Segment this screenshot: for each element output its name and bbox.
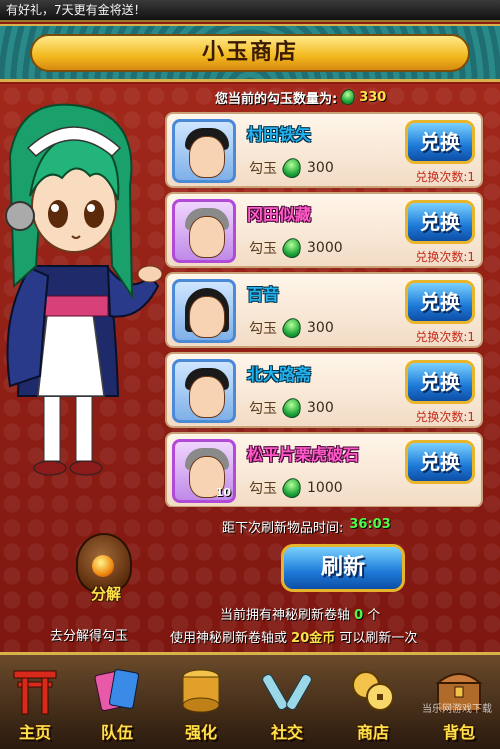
- nav-label: 强化: [184, 723, 217, 742]
- list-item: 北大路斋 勾玉 300 兑换 兑换次数:1: [165, 352, 483, 428]
- character-portrait: [172, 279, 236, 343]
- nav-label: 社交: [270, 723, 303, 742]
- item-price: 勾玉 3000: [249, 235, 343, 261]
- currency-label: 勾玉: [249, 241, 277, 257]
- nav-label: 队伍: [100, 723, 133, 742]
- item-price: 勾玉 1000: [249, 475, 343, 501]
- shopkeeper-character: [5, 103, 163, 476]
- refresh-button[interactable]: 刷新: [281, 544, 405, 592]
- nav-label: 主页: [18, 723, 51, 742]
- exchange-button[interactable]: 兑换: [405, 360, 475, 404]
- currency-label: 勾玉: [249, 401, 277, 417]
- crossed-bottles-icon: [262, 674, 312, 710]
- currency-label: 勾玉: [249, 481, 277, 497]
- currency-label: 勾玉: [249, 321, 277, 337]
- exchange-button[interactable]: 兑换: [405, 120, 475, 164]
- decompose-label: 分解: [90, 585, 121, 603]
- character-portrait: 10: [172, 439, 236, 503]
- coins-icon: [352, 671, 394, 711]
- exchange-times: 兑换次数:1: [415, 170, 475, 184]
- item-price: 勾玉 300: [249, 395, 334, 421]
- shop-item-list[interactable]: 村田铁矢 勾玉 300 兑换 兑换次数:1 冈田似藏 勾玉 3000 兑换 兑换…: [165, 112, 483, 507]
- orb-icon: [92, 555, 114, 577]
- price-value: 300: [307, 160, 334, 176]
- announcement-text: 有好礼，7天更有金将送！: [6, 3, 146, 17]
- gem-balance: 您当前的勾玉数量为: 330: [215, 87, 387, 107]
- magatama-gem-icon: [280, 395, 304, 421]
- item-name: 北大路斋: [247, 365, 312, 384]
- magatama-gem-icon: [280, 155, 304, 181]
- page-title: 小玉商店: [30, 34, 470, 72]
- gem-balance-value: 330: [359, 89, 387, 105]
- refresh-cost-suffix: 可以刷新一次: [339, 631, 418, 646]
- item-price: 勾玉 300: [249, 315, 334, 341]
- refresh-cost-info: 使用神秘刷新卷轴或 20金币 可以刷新一次: [170, 627, 417, 646]
- item-name: 冈田似藏: [247, 205, 312, 224]
- price-value: 300: [307, 400, 334, 416]
- character-portrait: [172, 199, 236, 263]
- face-shape: [189, 216, 225, 258]
- price-value: 1000: [307, 480, 343, 496]
- refresh-timer-label: 距下次刷新物品时间:: [222, 521, 344, 536]
- exchange-times: 兑换次数:1: [415, 250, 475, 264]
- item-name: 松平片栗虎破石: [247, 445, 360, 464]
- item-name: 村田铁矢: [247, 125, 312, 144]
- currency-label: 勾玉: [249, 161, 277, 177]
- list-item: 百音 勾玉 300 兑换 兑换次数:1: [165, 272, 483, 348]
- nav-item-enhance[interactable]: 强化: [170, 663, 232, 749]
- magatama-gem-icon: [280, 475, 304, 501]
- decompose-button[interactable]: 分解: [70, 533, 136, 613]
- refresh-cost-gold: 20金币: [291, 631, 336, 646]
- exchange-button[interactable]: 兑换: [405, 440, 475, 484]
- nav-item-shop[interactable]: 商店: [342, 663, 404, 749]
- scroll-count-suffix: 个: [367, 608, 381, 623]
- nav-item-social[interactable]: 社交: [256, 663, 318, 749]
- list-item: 村田铁矢 勾玉 300 兑换 兑换次数:1: [165, 112, 483, 188]
- nav-item-home[interactable]: 主页: [4, 663, 66, 749]
- exchange-times: 兑换次数:1: [415, 410, 475, 424]
- item-price: 勾玉 300: [249, 155, 334, 181]
- exchange-button[interactable]: 兑换: [405, 280, 475, 324]
- item-quantity-badge: 10: [215, 486, 231, 499]
- magatama-gem-icon: [280, 235, 304, 261]
- item-name: 百音: [247, 285, 280, 304]
- announcement-marquee: 有好礼，7天更有金将送！: [0, 0, 500, 22]
- refresh-cost-prefix: 使用神秘刷新卷轴或: [170, 631, 288, 646]
- gem-balance-label: 您当前的勾玉数量为:: [215, 91, 338, 107]
- torii-gate-icon: [13, 670, 57, 715]
- nav-label: 商店: [356, 723, 389, 742]
- drum-icon: [182, 669, 220, 713]
- magatama-gem-icon: [280, 315, 304, 341]
- cards-icon: [94, 669, 139, 712]
- list-item: 冈田似藏 勾玉 3000 兑换 兑换次数:1: [165, 192, 483, 268]
- exchange-times: 兑换次数:1: [415, 330, 475, 344]
- price-value: 3000: [307, 240, 343, 256]
- face-shape: [189, 376, 225, 418]
- face-shape: [189, 136, 225, 178]
- face-shape: [189, 296, 225, 338]
- scroll-count-info: 当前拥有神秘刷新卷轴 0 个: [220, 604, 380, 623]
- scroll-count-value: 0: [354, 608, 364, 623]
- nav-label: 背包: [442, 723, 475, 742]
- nav-item-team[interactable]: 队伍: [86, 663, 148, 749]
- list-item: 10 松平片栗虎破石 勾玉 1000 兑换: [165, 432, 483, 507]
- character-portrait: [172, 359, 236, 423]
- scroll-count-prefix: 当前拥有神秘刷新卷轴: [220, 608, 351, 623]
- refresh-timer-value: 36:03: [349, 517, 391, 532]
- decompose-hint: 去分解得勾玉: [50, 629, 129, 644]
- price-value: 300: [307, 320, 334, 336]
- watermark: 当乐网游戏下载: [422, 704, 492, 715]
- character-portrait: [172, 119, 236, 183]
- refresh-timer: 距下次刷新物品时间: 36:03: [222, 517, 391, 536]
- shop-title-bar: 小玉商店: [0, 24, 500, 82]
- magatama-gem-icon: [338, 87, 358, 107]
- exchange-button[interactable]: 兑换: [405, 200, 475, 244]
